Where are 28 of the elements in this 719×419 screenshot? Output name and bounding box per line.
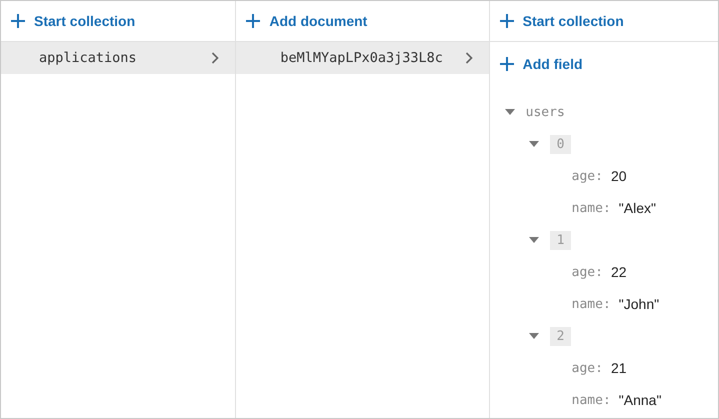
start-collection-button[interactable]: Start collection [1, 1, 136, 41]
field-key: name: [572, 296, 611, 312]
plus-icon [500, 14, 514, 28]
field-value: 20 [610, 168, 627, 184]
plus-icon [500, 57, 514, 71]
field-key: name: [572, 200, 611, 216]
plus-icon [246, 14, 260, 28]
chevron-right-icon [464, 52, 473, 64]
field-value: "Anna" [618, 392, 662, 408]
field-value: "John" [618, 296, 660, 312]
field-value: "Alex" [618, 200, 656, 216]
field-key: name: [572, 392, 611, 408]
add-field-button[interactable]: Add field [490, 42, 718, 86]
collection-item[interactable]: applications [1, 42, 236, 74]
field-value: 22 [610, 264, 627, 280]
field-key: age: [572, 168, 603, 184]
field-key: users [526, 104, 565, 120]
index-badge: 1 [550, 230, 572, 250]
field-key: age: [572, 264, 603, 280]
add-document-button[interactable]: Add document [236, 1, 368, 41]
field-value: 21 [610, 360, 627, 376]
index-badge: 0 [550, 134, 572, 154]
field-key: age: [572, 360, 603, 376]
start-collection-button[interactable]: Start collection [490, 1, 624, 41]
document-item[interactable]: beMlMYapLPx0a3j33L8c [236, 42, 489, 74]
plus-icon [11, 14, 25, 28]
index-badge: 2 [550, 326, 572, 346]
chevron-right-icon [211, 52, 220, 64]
